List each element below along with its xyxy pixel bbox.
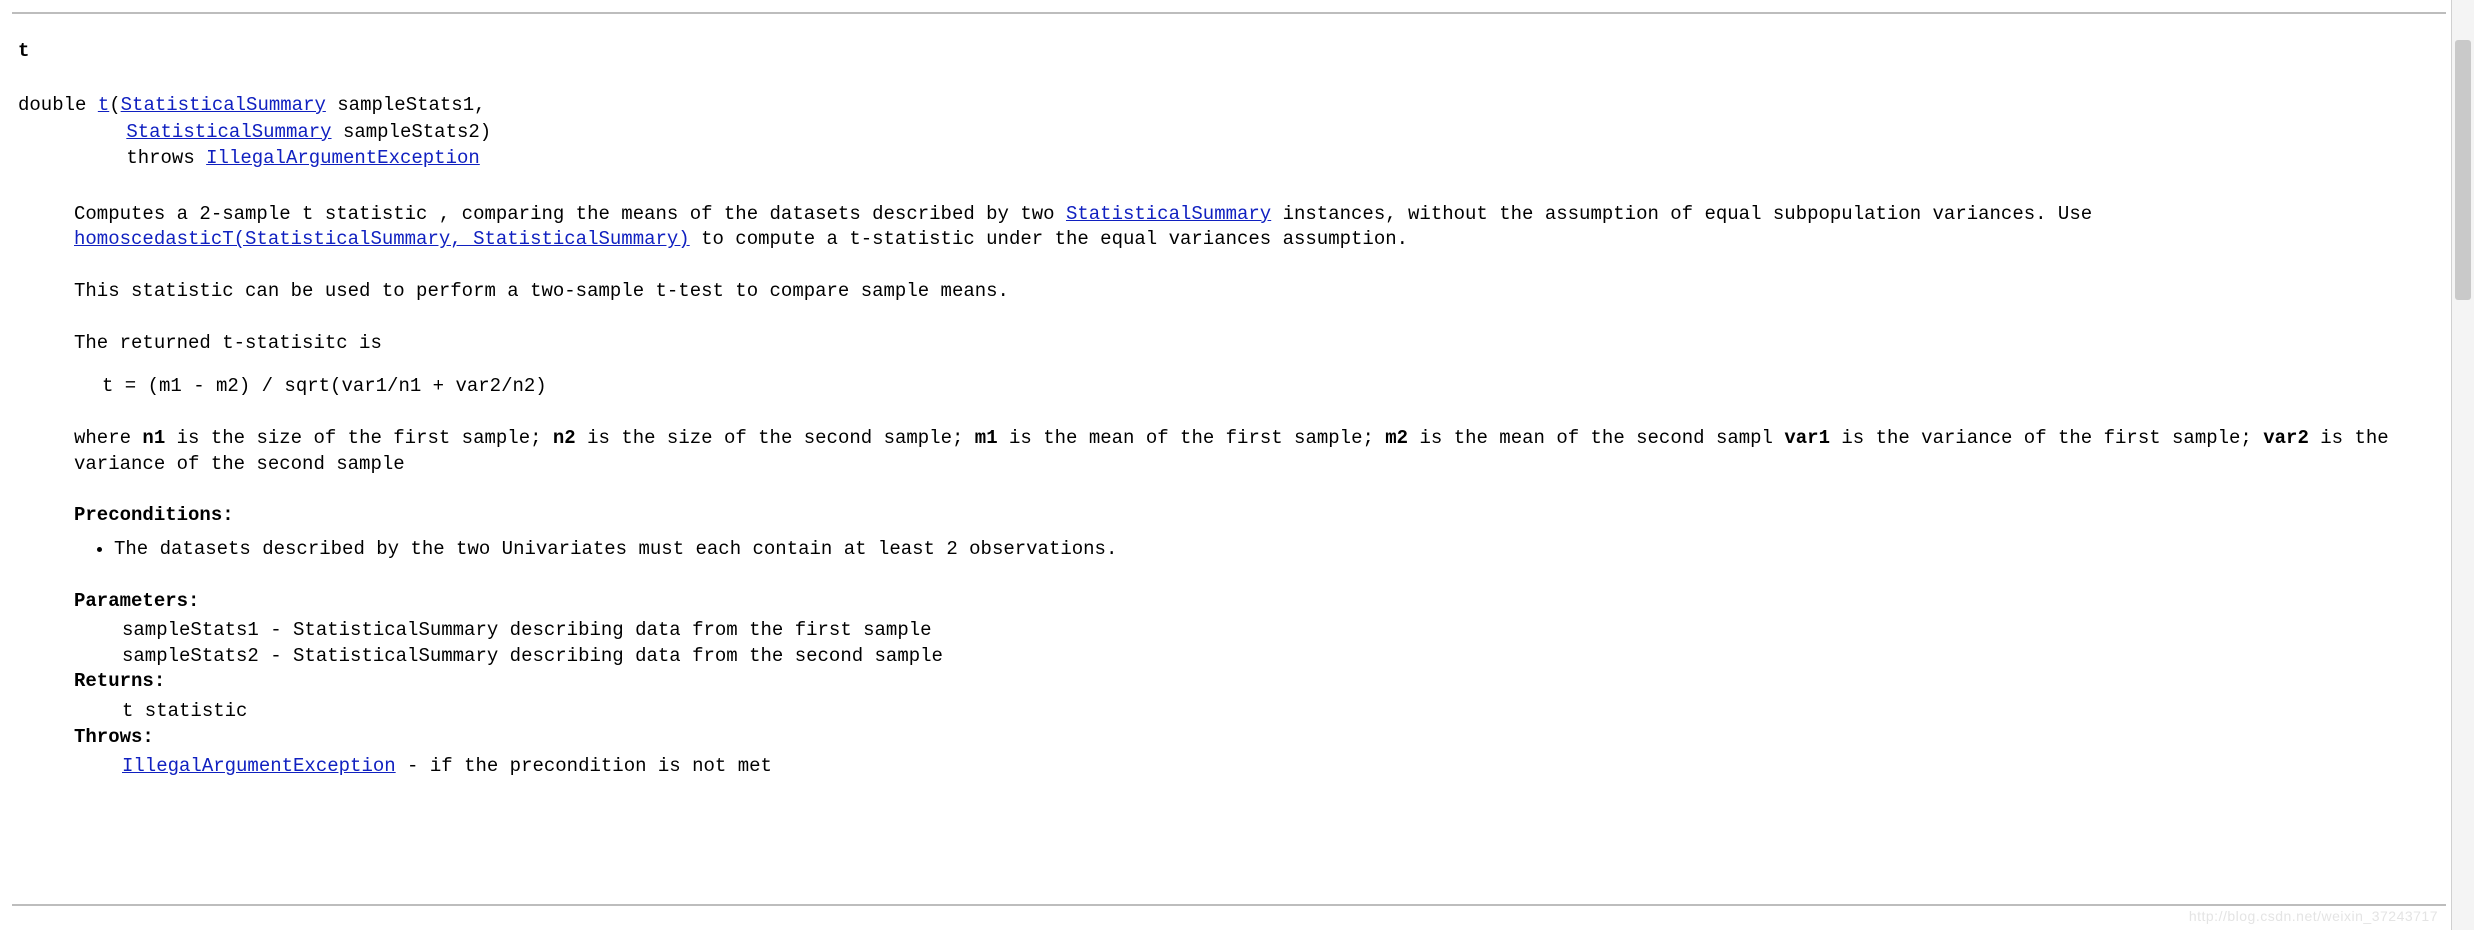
preconditions-block: Preconditions: The datasets described by… xyxy=(74,503,2444,562)
signature-line-3: throws IllegalArgumentException xyxy=(18,145,2444,172)
param2-type-link[interactable]: StatisticalSummary xyxy=(126,121,331,143)
var-m1: m1 xyxy=(975,427,998,449)
desc-paragraph-2: This statistic can be used to perform a … xyxy=(74,279,2444,305)
desc-paragraph-3: The returned t-statisitc is xyxy=(74,331,2444,357)
method-name-heading: t xyxy=(18,40,2444,62)
var-n2: n2 xyxy=(553,427,576,449)
top-horizontal-rule xyxy=(12,12,2446,14)
param1-type-link[interactable]: StatisticalSummary xyxy=(121,94,326,116)
parameters-block: Parameters: sampleStats1 - StatisticalSu… xyxy=(74,589,2444,670)
return-type: double xyxy=(18,94,86,116)
throws-block: Throws: IllegalArgumentException - if th… xyxy=(74,725,2444,780)
returns-heading: Returns: xyxy=(74,669,2444,695)
parameter-item-1: sampleStats1 - StatisticalSummary descri… xyxy=(122,618,2444,644)
var-n1: n1 xyxy=(142,427,165,449)
method-name-link[interactable]: t xyxy=(98,94,109,116)
watermark-text: http://blog.csdn.net/weixin_37243717 xyxy=(2189,908,2438,924)
throws-value: IllegalArgumentException - if the precon… xyxy=(122,754,2444,780)
formula: t = (m1 - m2) / sqrt(var1/n1 + var2/n2) xyxy=(102,374,2444,400)
precondition-item: The datasets described by the two Univar… xyxy=(114,537,2444,563)
returns-value: t statistic xyxy=(122,699,2444,725)
throws-type-link[interactable]: IllegalArgumentException xyxy=(206,147,480,169)
var-var1: var1 xyxy=(1784,427,1830,449)
parameter-item-2: sampleStats2 - StatisticalSummary descri… xyxy=(122,644,2444,670)
where-paragraph: where n1 is the size of the first sample… xyxy=(74,426,2444,477)
signature-line-1: double t(StatisticalSummary sampleStats1… xyxy=(18,92,2444,119)
param1-name: sampleStats1 xyxy=(337,94,474,116)
statisticalsummary-link[interactable]: StatisticalSummary xyxy=(1066,203,1271,225)
vertical-scrollbar[interactable] xyxy=(2451,0,2474,930)
preconditions-list: The datasets described by the two Univar… xyxy=(74,537,2444,563)
throws-keyword: throws xyxy=(126,147,194,169)
preconditions-heading: Preconditions: xyxy=(74,503,2444,529)
throws-heading: Throws: xyxy=(74,725,2444,751)
method-signature: double t(StatisticalSummary sampleStats1… xyxy=(18,92,2444,172)
var-var2: var2 xyxy=(2263,427,2309,449)
returns-block: Returns: t statistic xyxy=(74,669,2444,724)
method-description: Computes a 2-sample t statistic , compar… xyxy=(74,202,2444,780)
signature-line-2: StatisticalSummary sampleStats2) xyxy=(18,119,2444,146)
method-block: t double t(StatisticalSummary sampleStat… xyxy=(0,0,2474,820)
homoscedastict-link[interactable]: homoscedasticT(StatisticalSummary, Stati… xyxy=(74,228,690,250)
javadoc-method-detail: t double t(StatisticalSummary sampleStat… xyxy=(0,0,2474,930)
parameters-heading: Parameters: xyxy=(74,589,2444,615)
scrollbar-thumb[interactable] xyxy=(2455,40,2471,300)
var-m2: m2 xyxy=(1385,427,1408,449)
bottom-horizontal-rule xyxy=(12,904,2446,906)
param2-name: sampleStats2 xyxy=(343,121,480,143)
desc-paragraph-1: Computes a 2-sample t statistic , compar… xyxy=(74,202,2444,253)
throws-exception-link[interactable]: IllegalArgumentException xyxy=(122,755,396,777)
